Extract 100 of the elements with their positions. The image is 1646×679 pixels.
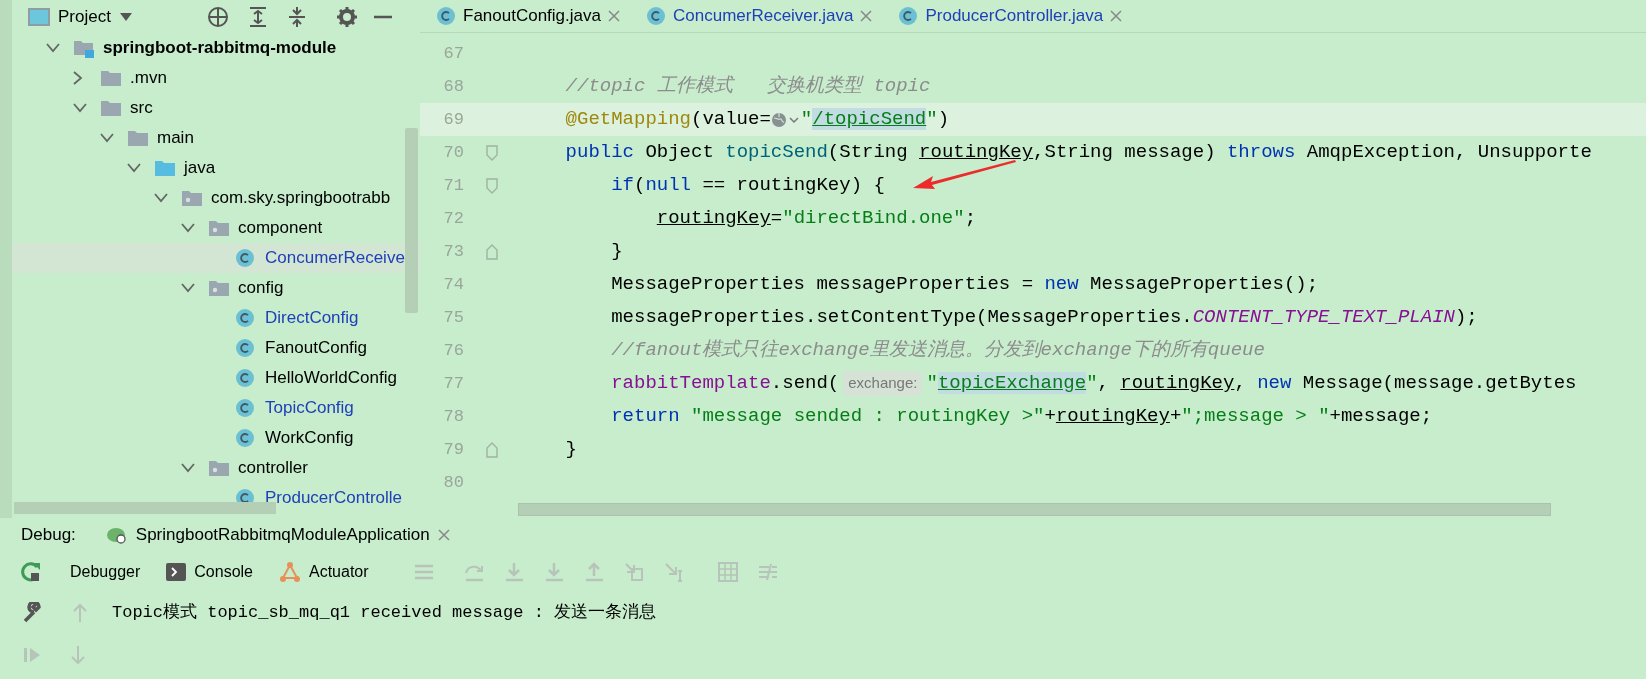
console-output: Topic模式 topic_sb_mq_q1 received message : 发送一条消息 xyxy=(112,602,657,625)
line-number: 77 xyxy=(442,372,464,395)
line-number: 71 xyxy=(442,174,464,197)
editor-tab[interactable]: ConcumerReceiver.java xyxy=(673,3,854,29)
run-to-cursor-icon xyxy=(662,561,685,583)
folder-icon xyxy=(100,69,122,87)
scrollbar[interactable] xyxy=(405,128,418,313)
line-number: 74 xyxy=(442,273,464,296)
code-text: return "message sended : routingKey >"+routingKey+";message > "+message; xyxy=(611,404,1433,430)
down-arrow-icon xyxy=(70,645,86,665)
class-icon xyxy=(235,338,255,358)
window-icon xyxy=(28,6,50,27)
line-number: 73 xyxy=(442,240,464,263)
class-icon xyxy=(436,6,456,26)
chevron-down-icon[interactable] xyxy=(181,463,195,473)
settings-list-icon xyxy=(756,561,779,583)
code-text: if(null == routingKey) { xyxy=(611,173,885,199)
chevron-down-icon[interactable] xyxy=(100,133,114,143)
chevron-down-icon[interactable] xyxy=(181,283,195,293)
locate-icon[interactable] xyxy=(206,5,229,28)
class-icon xyxy=(898,6,919,26)
dropdown-icon[interactable] xyxy=(118,11,133,22)
tree-item[interactable]: java xyxy=(184,155,216,181)
package-icon xyxy=(208,219,230,237)
debug-tab[interactable]: Actuator xyxy=(309,560,369,584)
class-icon xyxy=(235,308,255,328)
code-text: rabbitTemplate.send( xyxy=(611,371,840,397)
code-text: routingKey="directBind.one"; xyxy=(656,206,977,232)
tree-item[interactable]: FanoutConfig xyxy=(265,335,368,361)
resume-icon xyxy=(22,645,42,665)
line-number: 75 xyxy=(442,306,464,329)
scrollbar[interactable] xyxy=(518,503,1551,516)
editor-tab[interactable]: FanoutConfig.java xyxy=(463,3,601,29)
table-icon xyxy=(716,561,739,583)
scrollbar[interactable] xyxy=(14,502,276,514)
tree-item[interactable]: springboot-rabbitmq-module xyxy=(103,35,337,61)
bug-icon xyxy=(105,525,128,545)
tree-item[interactable]: src xyxy=(130,95,153,121)
code-text: MessageProperties messageProperties = new MessageProperties(); xyxy=(611,272,1319,298)
globe-icon[interactable] xyxy=(770,110,801,129)
folder-icon xyxy=(154,159,176,177)
settings-icon[interactable] xyxy=(335,5,358,28)
session-tab[interactable]: SpringbootRabbitmqModuleApplication xyxy=(135,522,430,548)
line-number: 78 xyxy=(442,405,464,428)
tree-item[interactable]: ProducerControlle xyxy=(265,485,402,511)
package-icon xyxy=(208,459,230,477)
tree-item[interactable]: DirectConfig xyxy=(265,305,359,331)
wrench-icon[interactable] xyxy=(22,602,44,624)
chevron-down-icon[interactable] xyxy=(154,193,168,203)
tree-item[interactable]: .mvn xyxy=(130,65,167,91)
panel-label: Debug: xyxy=(21,524,76,547)
line-number: 76 xyxy=(442,339,464,362)
code-text: //fanout模式只往exchange里发送消息。分发到exchange下的所有queue xyxy=(611,338,1265,364)
code-text: messageProperties.setContentType(MessageProperties.CONTENT_TYPE_TEXT_PLAIN); xyxy=(611,305,1478,331)
tree-item[interactable]: main xyxy=(157,125,194,151)
close-icon[interactable] xyxy=(860,10,873,22)
line-number: 68 xyxy=(442,75,464,98)
folder-icon xyxy=(127,129,149,147)
rerun-icon[interactable] xyxy=(20,561,42,583)
close-icon[interactable] xyxy=(1110,10,1123,22)
folder-icon xyxy=(100,99,122,117)
class-icon xyxy=(235,248,255,268)
code-text: public Object topicSend(String routingKey,String message) throws AmqpException, Unsupporte xyxy=(565,140,1592,166)
close-icon[interactable] xyxy=(608,10,620,22)
line-number: 80 xyxy=(442,471,464,494)
tree-item[interactable]: WorkConfig xyxy=(265,425,354,451)
tree-item[interactable]: controller xyxy=(238,455,308,481)
class-icon xyxy=(235,368,255,388)
tree-item[interactable]: component xyxy=(238,215,323,241)
tree-item[interactable]: TopicConfig xyxy=(265,395,354,421)
debug-tab[interactable]: Console xyxy=(194,560,253,584)
chevron-down-icon[interactable] xyxy=(46,43,60,53)
panel-title[interactable]: Project xyxy=(58,3,111,30)
line-number: 70 xyxy=(442,141,464,164)
module-icon xyxy=(73,38,95,58)
line-number: 72 xyxy=(442,207,464,230)
chevron-down-icon[interactable] xyxy=(73,103,87,113)
chevron-right-icon[interactable] xyxy=(73,71,83,85)
class-icon xyxy=(235,428,255,448)
line-number: 79 xyxy=(442,438,464,461)
up-arrow-icon xyxy=(72,603,88,623)
tree-item[interactable]: HelloWorldConfig xyxy=(265,365,397,391)
actuator-icon xyxy=(279,561,301,583)
editor-tab[interactable]: ProducerController.java xyxy=(925,3,1104,29)
drop-frame-icon xyxy=(622,561,645,583)
line-number: 67 xyxy=(442,42,464,65)
code-text: "topicExchange", routingKey, new Message(message.getBytes xyxy=(926,371,1577,397)
package-icon xyxy=(208,279,230,297)
debug-tab[interactable]: Debugger xyxy=(70,560,141,584)
close-icon[interactable] xyxy=(437,529,450,541)
tree-item[interactable]: com.sky.springbootrabb xyxy=(211,185,391,211)
tree-item[interactable]: config xyxy=(238,275,284,301)
chevron-down-icon[interactable] xyxy=(181,223,195,233)
class-icon xyxy=(235,398,255,418)
package-icon xyxy=(181,189,203,207)
parameter-hint: exchange: xyxy=(843,371,923,396)
console-icon xyxy=(166,563,187,581)
code-text: @GetMapping(value= xyxy=(565,107,771,133)
code-text: //topic 工作模式 交换机类型 topic xyxy=(565,74,931,100)
chevron-down-icon[interactable] xyxy=(127,163,141,173)
